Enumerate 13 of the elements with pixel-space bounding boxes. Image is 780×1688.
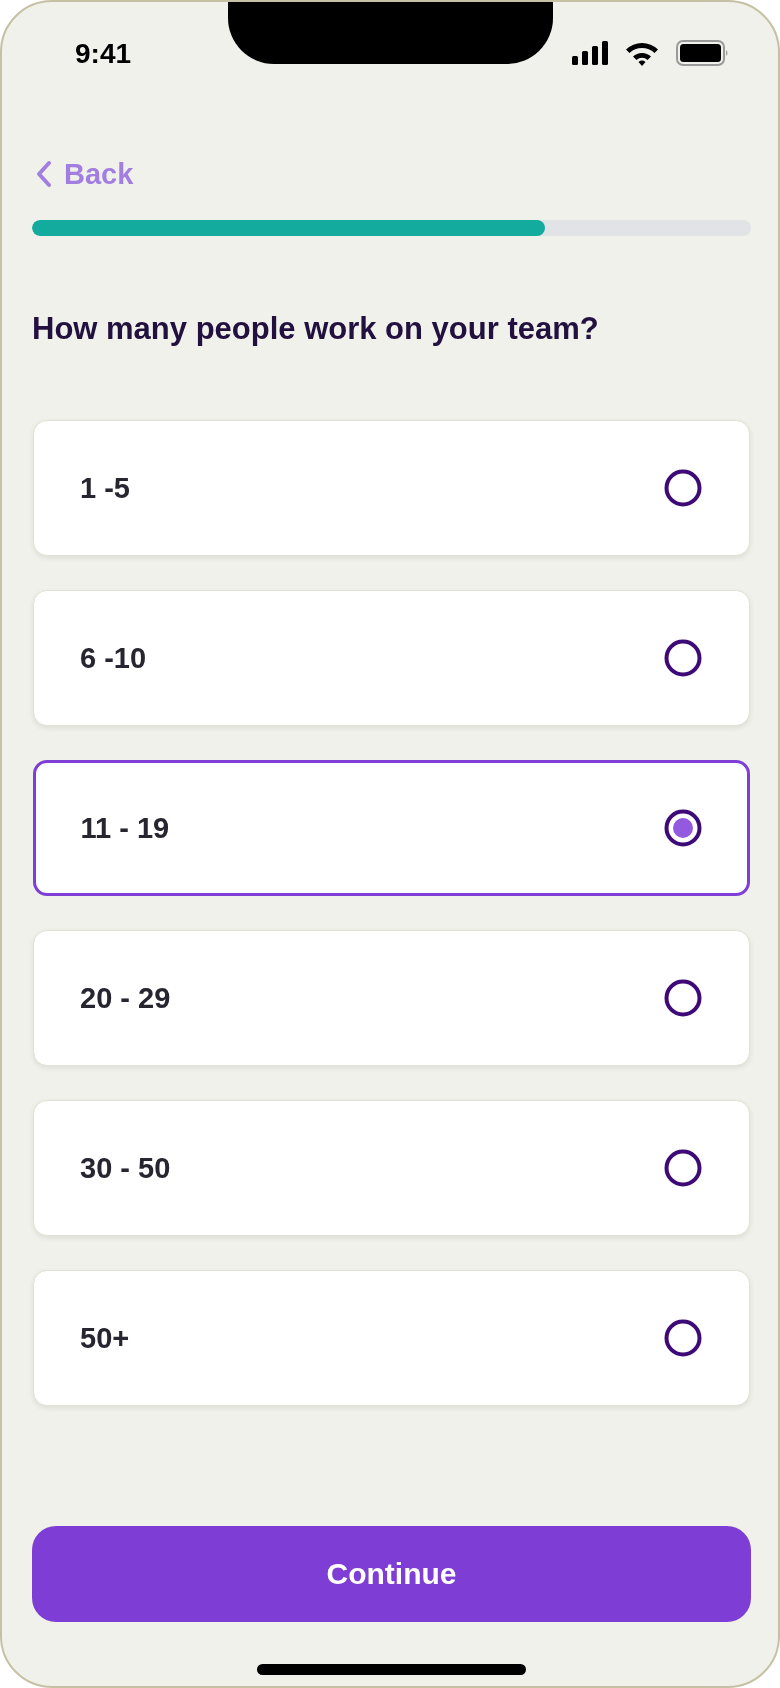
option-card[interactable]: 1 -5 (33, 420, 750, 556)
option-card[interactable]: 30 - 50 (33, 1100, 750, 1236)
status-time: 9:41 (75, 37, 132, 71)
question-heading: How many people work on your team? (32, 310, 599, 348)
option-card[interactable]: 6 -10 (33, 590, 750, 726)
option-card[interactable]: 20 - 29 (33, 930, 750, 1066)
chevron-left-icon (35, 160, 52, 188)
battery-icon (676, 40, 729, 66)
wifi-icon (625, 40, 659, 66)
signal-icon (572, 41, 608, 65)
option-card[interactable]: 50+ (33, 1270, 750, 1406)
option-card[interactable]: 11 - 19 (33, 760, 750, 896)
continue-button[interactable]: Continue (32, 1526, 751, 1622)
